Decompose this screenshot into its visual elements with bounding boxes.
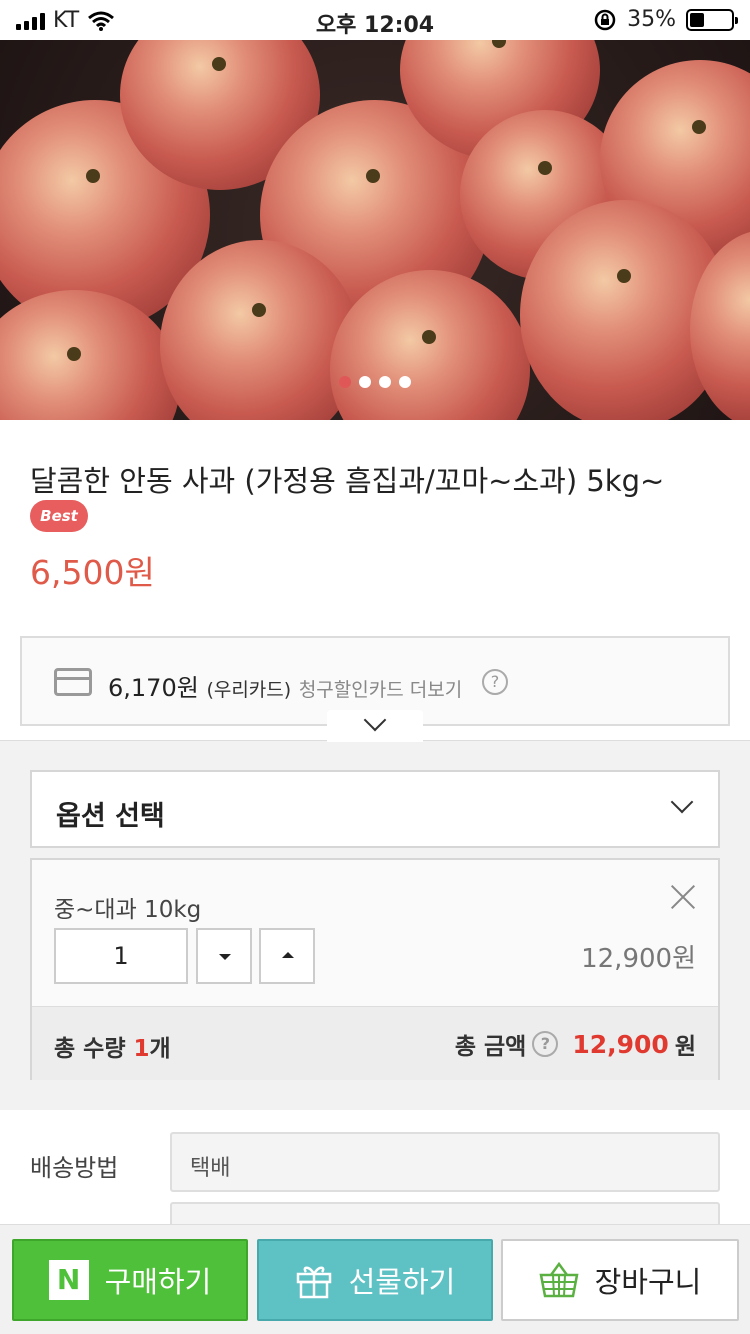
- gift-button[interactable]: 선물하기: [257, 1239, 493, 1321]
- product-price: 6,500원: [30, 553, 155, 592]
- total-quantity-label: 총 수량: [54, 1036, 126, 1062]
- total-amount-label: 총 금액: [454, 1034, 527, 1060]
- total-quantity-unit: 개: [149, 1036, 171, 1062]
- buy-button-label: 구매하기: [104, 1265, 212, 1299]
- selected-option-price: 12,900원: [581, 944, 696, 974]
- option-select-dropdown[interactable]: 옵션 선택: [30, 770, 720, 848]
- gift-icon: [296, 1266, 331, 1299]
- gift-button-label: 선물하기: [348, 1265, 456, 1299]
- carousel-dot[interactable]: [339, 376, 351, 388]
- credit-card-icon: [54, 668, 92, 696]
- card-discount-text: 6,170원 (우리카드) 청구할인카드 더보기: [108, 668, 462, 703]
- help-icon[interactable]: ?: [482, 669, 508, 695]
- battery-icon: [686, 8, 738, 31]
- card-more-link[interactable]: 청구할인카드 더보기: [299, 679, 462, 701]
- product-image-carousel[interactable]: [0, 40, 750, 420]
- cart-button[interactable]: 장바구니: [501, 1239, 739, 1321]
- caret-up-icon: [282, 952, 294, 958]
- chevron-down-icon: [363, 708, 387, 732]
- cart-button-label: 장바구니: [594, 1265, 702, 1299]
- status-right: 35%: [593, 7, 738, 32]
- option-select-label: 옵션 선택: [56, 801, 165, 832]
- total-quantity-value: 1: [133, 1036, 150, 1062]
- close-icon[interactable]: [670, 884, 696, 910]
- carousel-dots: [0, 376, 750, 388]
- quantity-increase-button[interactable]: [259, 928, 315, 984]
- carousel-dot[interactable]: [379, 376, 391, 388]
- total-quantity: 총 수량 1개: [54, 1029, 171, 1063]
- product-title: 달콤한 안동 사과 (가정용 흠집과/꼬마~소과) 5kg~: [30, 464, 665, 498]
- caret-down-icon: [219, 954, 231, 960]
- shipping-method-label: 배송방법: [30, 1154, 119, 1182]
- basket-icon: [539, 1261, 579, 1298]
- rotation-lock-icon: [594, 9, 616, 30]
- naver-pay-icon: N: [48, 1260, 89, 1300]
- status-bar: KT 오후 12:04 35%: [0, 0, 750, 40]
- carousel-dot[interactable]: [399, 376, 411, 388]
- card-bank-name: (우리카드): [206, 679, 292, 701]
- help-icon[interactable]: ?: [532, 1031, 559, 1057]
- chevron-down-icon: [670, 790, 694, 814]
- buy-button[interactable]: N 구매하기: [12, 1239, 248, 1321]
- expand-toggle[interactable]: [327, 708, 423, 742]
- battery-percent: 35%: [627, 7, 676, 32]
- shipping-method-value: 택배: [190, 1156, 231, 1181]
- selected-option-card: 중~대과 10kg 1 12,900원 총 수량 1개 총 금액 ? 12,90…: [30, 858, 720, 1080]
- total-amount: 총 금액 ? 12,900 원: [455, 1027, 696, 1061]
- shipping-method-field[interactable]: 택배: [170, 1132, 720, 1192]
- totals-row: 총 수량 1개 총 금액 ? 12,900 원: [32, 1006, 718, 1080]
- total-amount-unit: 원: [674, 1034, 696, 1060]
- selected-option-name: 중~대과 10kg: [54, 897, 202, 923]
- card-discount-amount: 6,170원: [108, 674, 199, 702]
- carousel-dot[interactable]: [359, 376, 371, 388]
- quantity-decrease-button[interactable]: [196, 928, 252, 984]
- bottom-action-bar: N 구매하기 선물하기 장바구니: [0, 1224, 750, 1334]
- best-badge: Best: [30, 500, 88, 532]
- total-amount-value: 12,900: [572, 1029, 669, 1059]
- quantity-input[interactable]: 1: [54, 928, 188, 984]
